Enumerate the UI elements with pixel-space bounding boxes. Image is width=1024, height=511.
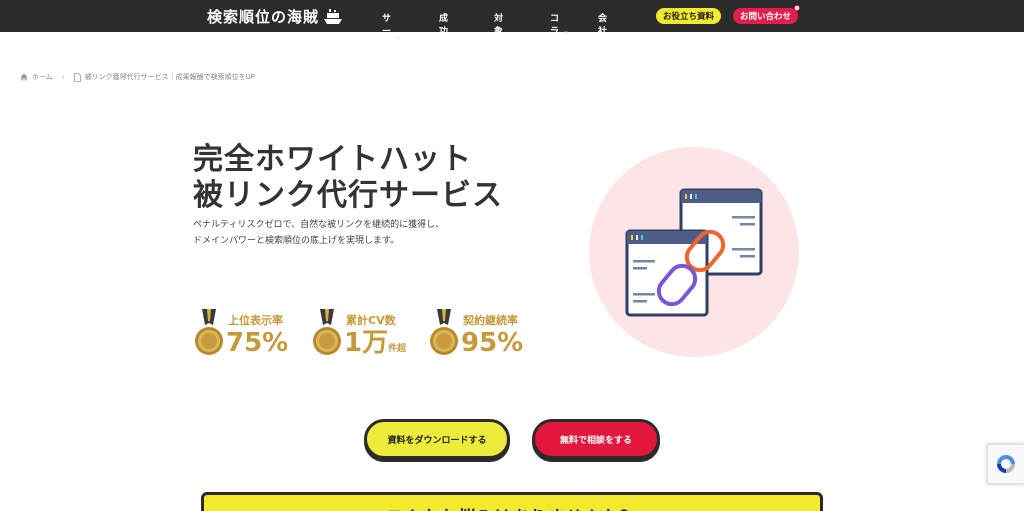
nav-item-service[interactable]: サービス ⌄ — [382, 11, 401, 63]
site-header: 検索順位の海賊 サービス ⌄ 成功事例 対象地域 コラム ⌄ 会社概要 お役立ち… — [0, 0, 1024, 63]
page-icon — [73, 72, 81, 82]
stat-text: 契約継続率 95% — [461, 309, 523, 358]
contact-button[interactable]: お問い合わせ — [733, 8, 798, 24]
stat-number: 1万 — [344, 328, 389, 358]
stat-text: 累計CV数 1万件超 — [344, 309, 406, 364]
breadcrumb: ホーム › 被リンク獲得代行サービス｜成果報酬で検索順位をUP — [20, 72, 255, 82]
title-line: 被リンク代行サービス — [193, 178, 503, 213]
stat-number: 75% — [226, 328, 289, 358]
ship-icon — [324, 8, 343, 24]
worry-section: こんなお悩みはありませんか？ — [201, 492, 823, 511]
chevron-down-icon: ⌄ — [395, 33, 401, 41]
chevron-down-icon: ⌄ — [563, 26, 569, 35]
breadcrumb-current: 被リンク獲得代行サービス｜成果報酬で検索順位をUP — [84, 73, 255, 81]
nav-label: コラム — [550, 14, 560, 50]
nav-item-company[interactable]: 会社概要 — [598, 11, 607, 63]
breadcrumb-home[interactable]: ホーム — [32, 72, 53, 82]
nav-label: サービス — [382, 14, 392, 63]
stat-value: 95% — [461, 328, 523, 358]
medal-icon — [195, 309, 223, 355]
resources-button[interactable]: お役立ち資料 — [656, 8, 721, 24]
link-illustration — [589, 147, 799, 357]
nav-item-column[interactable]: コラム ⌄ — [550, 11, 569, 50]
stat-value: 1万件超 — [344, 328, 406, 364]
stat-ranking: 上位表示率 75% — [194, 309, 288, 359]
medal-icon — [430, 309, 458, 355]
stat-label: 上位表示率 — [228, 314, 283, 327]
stat-label: 累計CV数 — [346, 314, 396, 327]
stat-label: 契約継続率 — [463, 314, 518, 327]
section-title: こんなお悩みはありませんか？ — [386, 503, 638, 511]
desc-line: ペナルティリスクゼロで、自然な被リンクを継続的に獲得し、 — [193, 220, 445, 230]
free-consult-button[interactable]: 無料で相談をする — [532, 419, 660, 459]
recaptcha-badge[interactable] — [987, 444, 1024, 484]
download-button[interactable]: 資料をダウンロードする — [364, 419, 510, 459]
nav-label: 会社概要 — [598, 14, 608, 63]
stat-cv: 累計CV数 1万件超 — [312, 309, 406, 364]
site-logo[interactable]: 検索順位の海賊 — [207, 6, 343, 27]
nav-label: 対象地域 — [494, 14, 504, 63]
notification-dot — [794, 5, 800, 11]
hero-description: ペナルティリスクゼロで、自然な被リンクを継続的に獲得し、 ドメインパワーと検索順… — [193, 217, 444, 249]
stat-text: 上位表示率 75% — [226, 309, 288, 358]
stat-number: 95% — [461, 328, 524, 358]
title-line: 完全ホワイトハット — [193, 142, 472, 177]
home-icon — [20, 73, 28, 81]
stat-value: 75% — [226, 328, 288, 358]
page-title: 完全ホワイトハット 被リンク代行サービス — [193, 142, 503, 214]
nav-item-cases[interactable]: 成功事例 — [439, 11, 448, 63]
desc-line: ドメインパワーと検索順位の底上げを実現します。 — [193, 236, 400, 246]
nav-label: 成功事例 — [439, 14, 449, 63]
nav-item-areas[interactable]: 対象地域 — [494, 11, 503, 63]
logo-text: 検索順位の海賊 — [207, 8, 320, 26]
recaptcha-icon — [997, 455, 1015, 473]
stat-retention: 契約継続率 95% — [429, 309, 523, 359]
stat-suffix: 件超 — [388, 344, 407, 354]
chevron-right-icon: › — [61, 73, 65, 81]
medal-icon — [313, 309, 341, 355]
